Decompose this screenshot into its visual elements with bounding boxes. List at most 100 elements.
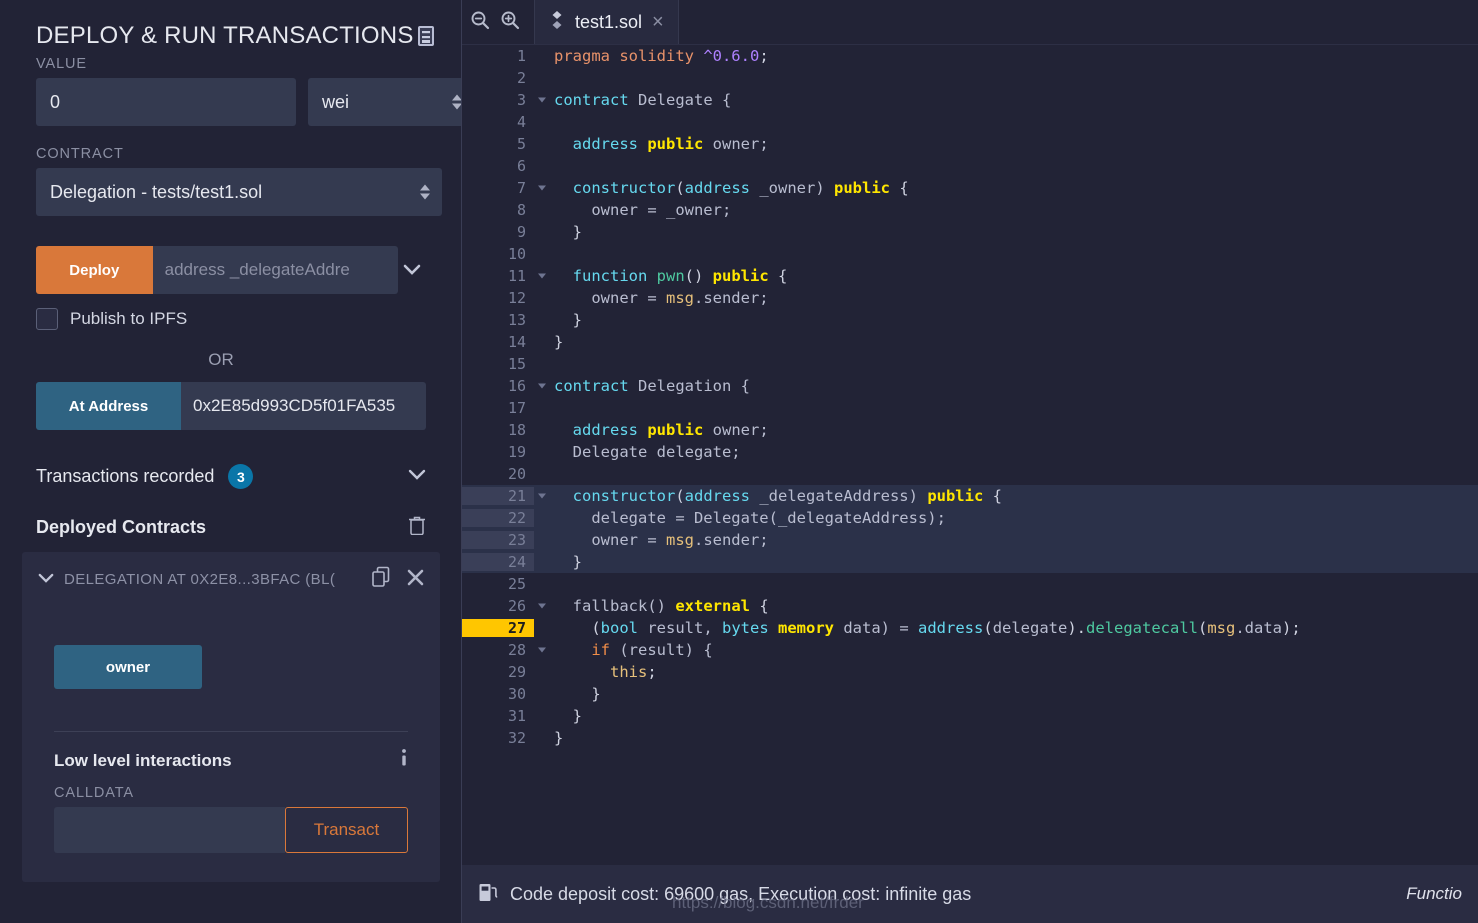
editor-zoom-controls	[462, 0, 534, 44]
code-line[interactable]: 27 (bool result, bytes memory data) = ad…	[462, 617, 1478, 639]
calldata-input[interactable]	[54, 807, 285, 853]
line-number: 31	[507, 707, 526, 725]
code-line[interactable]: 8 owner = _owner;	[462, 199, 1478, 221]
value-input[interactable]	[36, 78, 296, 126]
code-line[interactable]: 18 address public owner;	[462, 419, 1478, 441]
code-line[interactable]: 21 constructor(address _delegateAddress)…	[462, 485, 1478, 507]
code-text: constructor(address _owner) public {	[554, 179, 909, 197]
or-separator: OR	[208, 350, 234, 369]
code-line[interactable]: 6	[462, 155, 1478, 177]
status-function-text: Functio	[1406, 884, 1462, 903]
book-icon[interactable]	[416, 25, 436, 47]
code-line[interactable]: 4	[462, 111, 1478, 133]
code-line[interactable]: 15	[462, 353, 1478, 375]
chevron-down-icon[interactable]	[408, 468, 426, 486]
code-line[interactable]: 32}	[462, 727, 1478, 749]
publish-ipfs-label: Publish to IPFS	[70, 309, 188, 328]
code-line[interactable]: 16 contract Delegation {	[462, 375, 1478, 397]
code-line[interactable]: 29 this;	[462, 661, 1478, 683]
code-text: contract Delegate {	[554, 91, 732, 109]
contract-select[interactable]: Delegation - tests/test1.sol	[36, 168, 442, 216]
chevron-down-icon[interactable]	[398, 246, 426, 294]
fold-triangle-icon[interactable]	[538, 647, 546, 653]
code-line[interactable]: 20	[462, 463, 1478, 485]
code-line[interactable]: 30 }	[462, 683, 1478, 705]
line-number: 14	[507, 333, 526, 351]
transact-button[interactable]: Transact	[285, 807, 408, 853]
transactions-recorded-badge: 3	[228, 464, 254, 489]
contract-card-header[interactable]: DELEGATION AT 0X2E8...3BFAC (BL(	[38, 566, 424, 593]
trash-icon[interactable]	[408, 515, 426, 540]
line-number: 2	[516, 69, 526, 87]
code-line[interactable]: 19 Delegate delegate;	[462, 441, 1478, 463]
fold-triangle-icon[interactable]	[538, 97, 546, 103]
code-line[interactable]: 24 }	[462, 551, 1478, 573]
unit-select[interactable]: wei	[308, 78, 462, 126]
code-text: fallback() external {	[554, 597, 769, 615]
status-text: Code deposit cost: 69600 gas, Execution …	[510, 883, 972, 904]
transactions-recorded-label: Transactions recorded	[36, 466, 215, 486]
code-line[interactable]: 9 }	[462, 221, 1478, 243]
code-text: pragma solidity ^0.6.0;	[554, 47, 769, 65]
code-line[interactable]: 3 contract Delegate {	[462, 89, 1478, 111]
tab-close-icon[interactable]: ×	[652, 12, 664, 32]
code-line[interactable]: 23 owner = msg.sender;	[462, 529, 1478, 551]
line-number: 6	[516, 157, 526, 175]
page-title: DEPLOY & RUN TRANSACTIONS	[36, 22, 414, 49]
code-text: function pwn() public {	[554, 267, 788, 285]
low-level-interactions-label: Low level interactions	[54, 750, 232, 770]
at-address-input[interactable]	[181, 382, 426, 430]
owner-function-button[interactable]: owner	[54, 645, 202, 689]
deploy-button[interactable]: Deploy	[36, 246, 153, 294]
code-line[interactable]: 10	[462, 243, 1478, 265]
code-line[interactable]: 26 fallback() external {	[462, 595, 1478, 617]
fold-triangle-icon[interactable]	[538, 603, 546, 609]
code-line[interactable]: 12 owner = msg.sender;	[462, 287, 1478, 309]
code-line[interactable]: 11 function pwn() public {	[462, 265, 1478, 287]
code-line[interactable]: 2	[462, 67, 1478, 89]
line-number: 1	[516, 47, 526, 65]
code-text: address public owner;	[554, 421, 769, 439]
code-text: address public owner;	[554, 135, 769, 153]
close-icon[interactable]	[407, 569, 424, 591]
deploy-argument-input[interactable]	[152, 246, 398, 294]
code-text: }	[554, 223, 582, 241]
code-line[interactable]: 22 delegate = Delegate(_delegateAddress)…	[462, 507, 1478, 529]
line-number: 21	[462, 487, 546, 505]
code-line[interactable]: 13 }	[462, 309, 1478, 331]
tab-label: test1.sol	[575, 11, 643, 32]
zoom-in-icon[interactable]	[500, 10, 520, 35]
contract-spinner-icon[interactable]	[420, 184, 430, 200]
fold-triangle-icon[interactable]	[538, 383, 546, 389]
zoom-out-icon[interactable]	[470, 10, 490, 35]
publish-ipfs-row[interactable]: Publish to IPFS	[36, 308, 426, 330]
code-line[interactable]: 1 pragma solidity ^0.6.0;	[462, 45, 1478, 67]
copy-icon[interactable]	[371, 566, 391, 593]
deployed-contracts-row: Deployed Contracts	[36, 515, 426, 540]
code-text: Delegate delegate;	[554, 443, 741, 461]
info-icon[interactable]	[400, 748, 408, 773]
chevron-down-icon[interactable]	[38, 571, 54, 589]
code-line[interactable]: 7 constructor(address _owner) public {	[462, 177, 1478, 199]
fold-triangle-icon[interactable]	[538, 273, 546, 279]
at-address-button[interactable]: At Address	[36, 382, 181, 430]
code-line[interactable]: 28 if (result) {	[462, 639, 1478, 661]
fold-triangle-icon[interactable]	[538, 493, 546, 499]
code-line[interactable]: 14}	[462, 331, 1478, 353]
line-number: 19	[507, 443, 526, 461]
calldata-label: CALLDATA	[54, 785, 134, 801]
code-area[interactable]: 1 pragma solidity ^0.6.0; 2 3 contract Deleg…	[462, 45, 1478, 865]
code-text: (bool result, bytes memory data) = addre…	[554, 619, 1301, 637]
code-line[interactable]: 17	[462, 397, 1478, 419]
code-line[interactable]: 31 }	[462, 705, 1478, 727]
fold-triangle-icon[interactable]	[538, 185, 546, 191]
tab-test1-sol[interactable]: test1.sol ×	[534, 0, 679, 44]
code-text: delegate = Delegate(_delegateAddress);	[554, 509, 946, 527]
deploy-run-sidebar: DEPLOY & RUN TRANSACTIONS VALUE wei CONT…	[0, 0, 462, 923]
transactions-recorded-row[interactable]: Transactions recorded 3	[36, 464, 426, 489]
code-line[interactable]: 5 address public owner;	[462, 133, 1478, 155]
code-line[interactable]: 25	[462, 573, 1478, 595]
publish-ipfs-checkbox[interactable]	[36, 308, 58, 330]
line-number: 22	[462, 509, 534, 527]
code-text: contract Delegation {	[554, 377, 750, 395]
